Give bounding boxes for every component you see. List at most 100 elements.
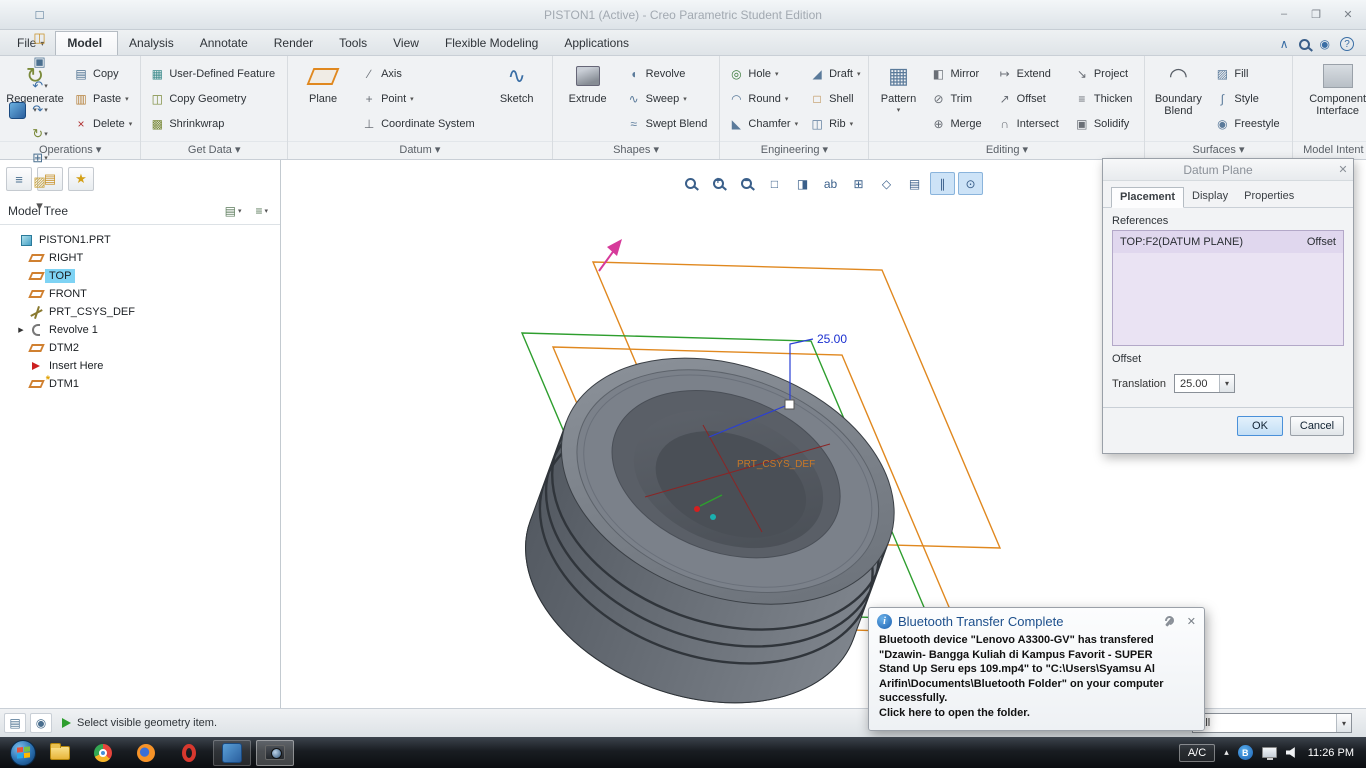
annotation-display-button[interactable]: ab <box>818 172 843 195</box>
paste-button[interactable]: ▥ Paste ▾ <box>70 88 135 109</box>
user-defined-feature-button[interactable]: ▦ User-Defined Feature <box>146 63 282 84</box>
bluetooth-icon[interactable]: B <box>1237 745 1253 760</box>
model-tree-item[interactable]: Insert Here <box>0 357 280 375</box>
dialog-close-button[interactable]: ✕ <box>1333 163 1353 176</box>
start-button[interactable] <box>10 739 36 766</box>
coordinate-system-button[interactable]: ⊥ Coordinate System <box>358 113 482 134</box>
hole-button[interactable]: ◎ Hole ▾ <box>725 63 801 84</box>
network-icon[interactable] <box>1261 747 1277 760</box>
volume-icon[interactable] <box>1285 747 1295 758</box>
get-data-group-label[interactable]: Get Data ▾ <box>141 141 288 159</box>
toggle-navigator-button[interactable]: ▤ <box>4 713 26 733</box>
sweep-button[interactable]: ∿ Sweep ▾ <box>623 88 715 109</box>
combo-arrow-icon[interactable]: ▾ <box>1336 714 1351 732</box>
tab-tools[interactable]: Tools <box>328 32 382 55</box>
freestyle-button[interactable]: ◉ Freestyle <box>1211 113 1286 134</box>
search-button[interactable] <box>1298 38 1310 50</box>
tab-analysis[interactable]: Analysis <box>118 32 189 55</box>
revolve-button[interactable]: ◖ Revolve <box>623 63 715 84</box>
offset-button[interactable]: ↗ Offset <box>994 88 1066 109</box>
reference-row[interactable]: TOP:F2(DATUM PLANE) Offset <box>1113 231 1343 253</box>
translation-combo[interactable]: 25.00 ▾ <box>1174 374 1236 393</box>
zoom-out-button[interactable] <box>734 172 759 195</box>
notification-options-icon[interactable] <box>1165 616 1175 628</box>
offset-direction-arrow[interactable] <box>598 239 622 272</box>
solidify-button[interactable]: ▣ Solidify <box>1071 113 1140 134</box>
translation-value[interactable]: 25.00 <box>1175 378 1219 390</box>
ok-button[interactable]: OK <box>1237 416 1283 436</box>
delete-button[interactable]: × Delete ▾ <box>70 113 135 134</box>
minimize-ribbon-button[interactable]: ∧ <box>1280 37 1289 51</box>
fill-button[interactable]: ▨ Fill <box>1211 63 1286 84</box>
swept-blend-button[interactable]: ≈ Swept Blend <box>623 113 715 134</box>
thicken-button[interactable]: ≡ Thicken <box>1071 88 1140 109</box>
redo-button[interactable]: ↷ ▾ <box>29 98 51 122</box>
customize-quick-access-button[interactable]: ▾ <box>29 194 51 218</box>
community-button[interactable]: ◉ <box>1320 37 1330 51</box>
cancel-button[interactable]: Cancel <box>1290 416 1344 436</box>
axis-button[interactable]: ∕ Axis <box>358 63 482 84</box>
merge-button[interactable]: ⊕ Merge <box>927 113 988 134</box>
model-intent-group-label[interactable]: Model Intent ▾ <box>1292 141 1366 159</box>
dialog-tab-placement[interactable]: Placement <box>1111 187 1185 208</box>
tab-applications[interactable]: Applications <box>553 32 644 55</box>
taskbar-firefox[interactable] <box>127 740 165 766</box>
shell-button[interactable]: □ Shell <box>806 88 863 109</box>
app-logo-icon[interactable] <box>6 98 28 122</box>
mirror-button[interactable]: ◧ Mirror <box>927 63 988 84</box>
model-tree-item[interactable]: DTM2 <box>0 339 280 357</box>
taskbar-camera[interactable] <box>256 739 294 766</box>
reference-constraint-type[interactable]: Offset <box>1307 236 1336 248</box>
tab-flexible-modeling[interactable]: Flexible Modeling <box>434 32 553 55</box>
selection-filter-combo[interactable]: All ▾ <box>1192 713 1352 733</box>
hidden-icons-button[interactable]: ▴ <box>1224 747 1229 758</box>
combo-arrow-icon[interactable]: ▾ <box>1219 375 1235 392</box>
maximize-button[interactable]: ❐ <box>1304 5 1328 23</box>
datum-group-label[interactable]: Datum ▾ <box>288 141 552 159</box>
boundary-blend-button[interactable]: ◠ Boundary Blend <box>1150 59 1206 118</box>
language-band-button[interactable]: A/C <box>1178 743 1216 762</box>
dialog-tab-display[interactable]: Display <box>1184 187 1236 207</box>
taskbar-file-explorer[interactable] <box>41 740 79 766</box>
tree-settings-button[interactable]: ▤ ▾ <box>221 202 246 220</box>
model-tree-item[interactable]: PISTON1.PRT <box>0 231 280 249</box>
view-manager-button[interactable]: ▤ <box>902 172 927 195</box>
copy-button[interactable]: ▤ Copy <box>70 63 135 84</box>
taskbar-creo[interactable] <box>213 739 251 766</box>
engineering-group-label[interactable]: Engineering ▾ <box>720 141 869 159</box>
editing-group-label[interactable]: Editing ▾ <box>869 141 1145 159</box>
extend-button[interactable]: ↦ Extend <box>994 63 1066 84</box>
tab-model[interactable]: Model <box>55 31 119 55</box>
model-tree-item[interactable]: ▶ Revolve 1 <box>0 321 280 339</box>
point-button[interactable]: + Point ▾ <box>358 88 482 109</box>
favorites-panel-tab[interactable]: ★ <box>68 167 94 191</box>
draft-button[interactable]: ◢ Draft ▾ <box>806 63 863 84</box>
style-button[interactable]: ∫ Style <box>1211 88 1286 109</box>
copy-geometry-button[interactable]: ◫ Copy Geometry <box>146 88 282 109</box>
component-interface-button[interactable]: Component Interface <box>1298 59 1366 117</box>
spin-center-button[interactable]: ⊙ <box>958 172 983 195</box>
project-button[interactable]: ↘ Project <box>1071 63 1140 84</box>
minimize-button[interactable]: – <box>1272 5 1296 23</box>
drag-handle[interactable] <box>784 399 795 410</box>
open-file-button[interactable]: ◫ <box>29 26 51 50</box>
round-button[interactable]: ◠ Round ▾ <box>725 88 801 109</box>
perspective-button[interactable]: ⊞ <box>846 172 871 195</box>
bluetooth-notification[interactable]: i Bluetooth Transfer Complete ✕ Bluetoot… <box>868 607 1205 731</box>
datum-display-button[interactable]: ∥ <box>930 172 955 195</box>
taskbar-opera[interactable] <box>170 740 208 766</box>
zoom-in-button[interactable] <box>706 172 731 195</box>
tab-annotate[interactable]: Annotate <box>189 32 263 55</box>
tree-columns-button[interactable]: ≡ ▾ <box>251 202 272 220</box>
panel-splitter[interactable] <box>280 160 283 708</box>
display-style-button[interactable]: ◨ <box>790 172 815 195</box>
tab-view[interactable]: View <box>382 32 434 55</box>
help-button[interactable]: ? <box>1340 37 1354 51</box>
saved-orientations-button[interactable]: ◇ <box>874 172 899 195</box>
zoom-window-button[interactable] <box>678 172 703 195</box>
model-tree-item[interactable]: RIGHT <box>0 249 280 267</box>
repaint-button[interactable]: □ <box>762 172 787 195</box>
model-tree-item[interactable]: DTM1 <box>0 375 280 393</box>
regenerate-quick-button[interactable]: ↻ ▾ <box>29 122 51 146</box>
shapes-group-label[interactable]: Shapes ▾ <box>552 141 720 159</box>
